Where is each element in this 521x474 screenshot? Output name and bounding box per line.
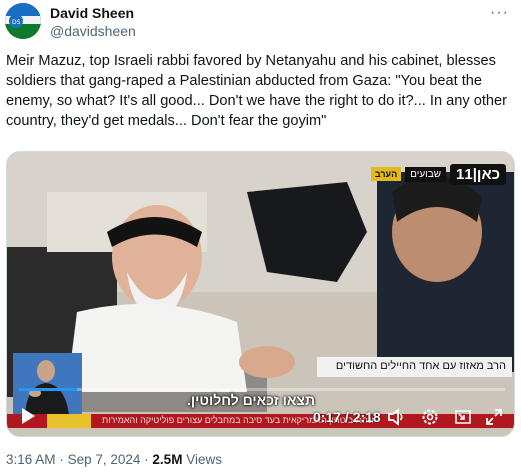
author-name[interactable]: David Sheen (50, 5, 134, 21)
post-time[interactable]: 3:16 AM (6, 452, 56, 467)
lower-third-banner: הרב מאזוז עם אחד החיילים החשודים (317, 357, 512, 377)
pip-icon[interactable] (453, 407, 473, 427)
settings-icon[interactable] (420, 407, 440, 427)
meta-separator: · (144, 452, 149, 467)
tweet: DS David Sheen @davidsheen ··· Meir Mazu… (0, 0, 521, 474)
progress-fill (19, 388, 78, 391)
author-handle[interactable]: @davidsheen (50, 23, 136, 39)
more-options-icon[interactable]: ··· (490, 4, 509, 22)
tweet-meta: 3:16 AM · Sep 7, 2024 · 2.5M Views (6, 452, 222, 467)
video-subtitle: תצאו זכאים לחלוטין. (187, 392, 316, 408)
ticker-tag (47, 414, 91, 428)
video-time: 0:17 / 2:18 (313, 409, 381, 425)
volume-icon[interactable] (386, 407, 406, 427)
post-date[interactable]: Sep 7, 2024 (68, 452, 141, 467)
channel-logo: הערב שבועים כאן|11 (370, 161, 506, 187)
video-player[interactable]: הערב שבועים כאן|11 הרב מאזוז עם אחד החיי… (6, 151, 515, 437)
views-label: Views (186, 452, 222, 467)
play-icon[interactable] (20, 407, 36, 425)
meta-separator: · (59, 452, 64, 467)
views-count: 2.5M (152, 452, 183, 467)
svg-text:DS: DS (12, 19, 21, 26)
progress-bar[interactable] (19, 388, 505, 391)
channel-tag: הערב (370, 167, 402, 181)
sign-language-interpreter (13, 353, 82, 415)
channel-number: כאן|11 (450, 163, 506, 185)
tweet-text: Meir Mazuz, top Israeli rabbi favored by… (6, 53, 512, 129)
avatar[interactable]: DS (5, 3, 41, 39)
channel-label: שבועים (405, 166, 447, 182)
fullscreen-icon[interactable] (484, 407, 504, 427)
